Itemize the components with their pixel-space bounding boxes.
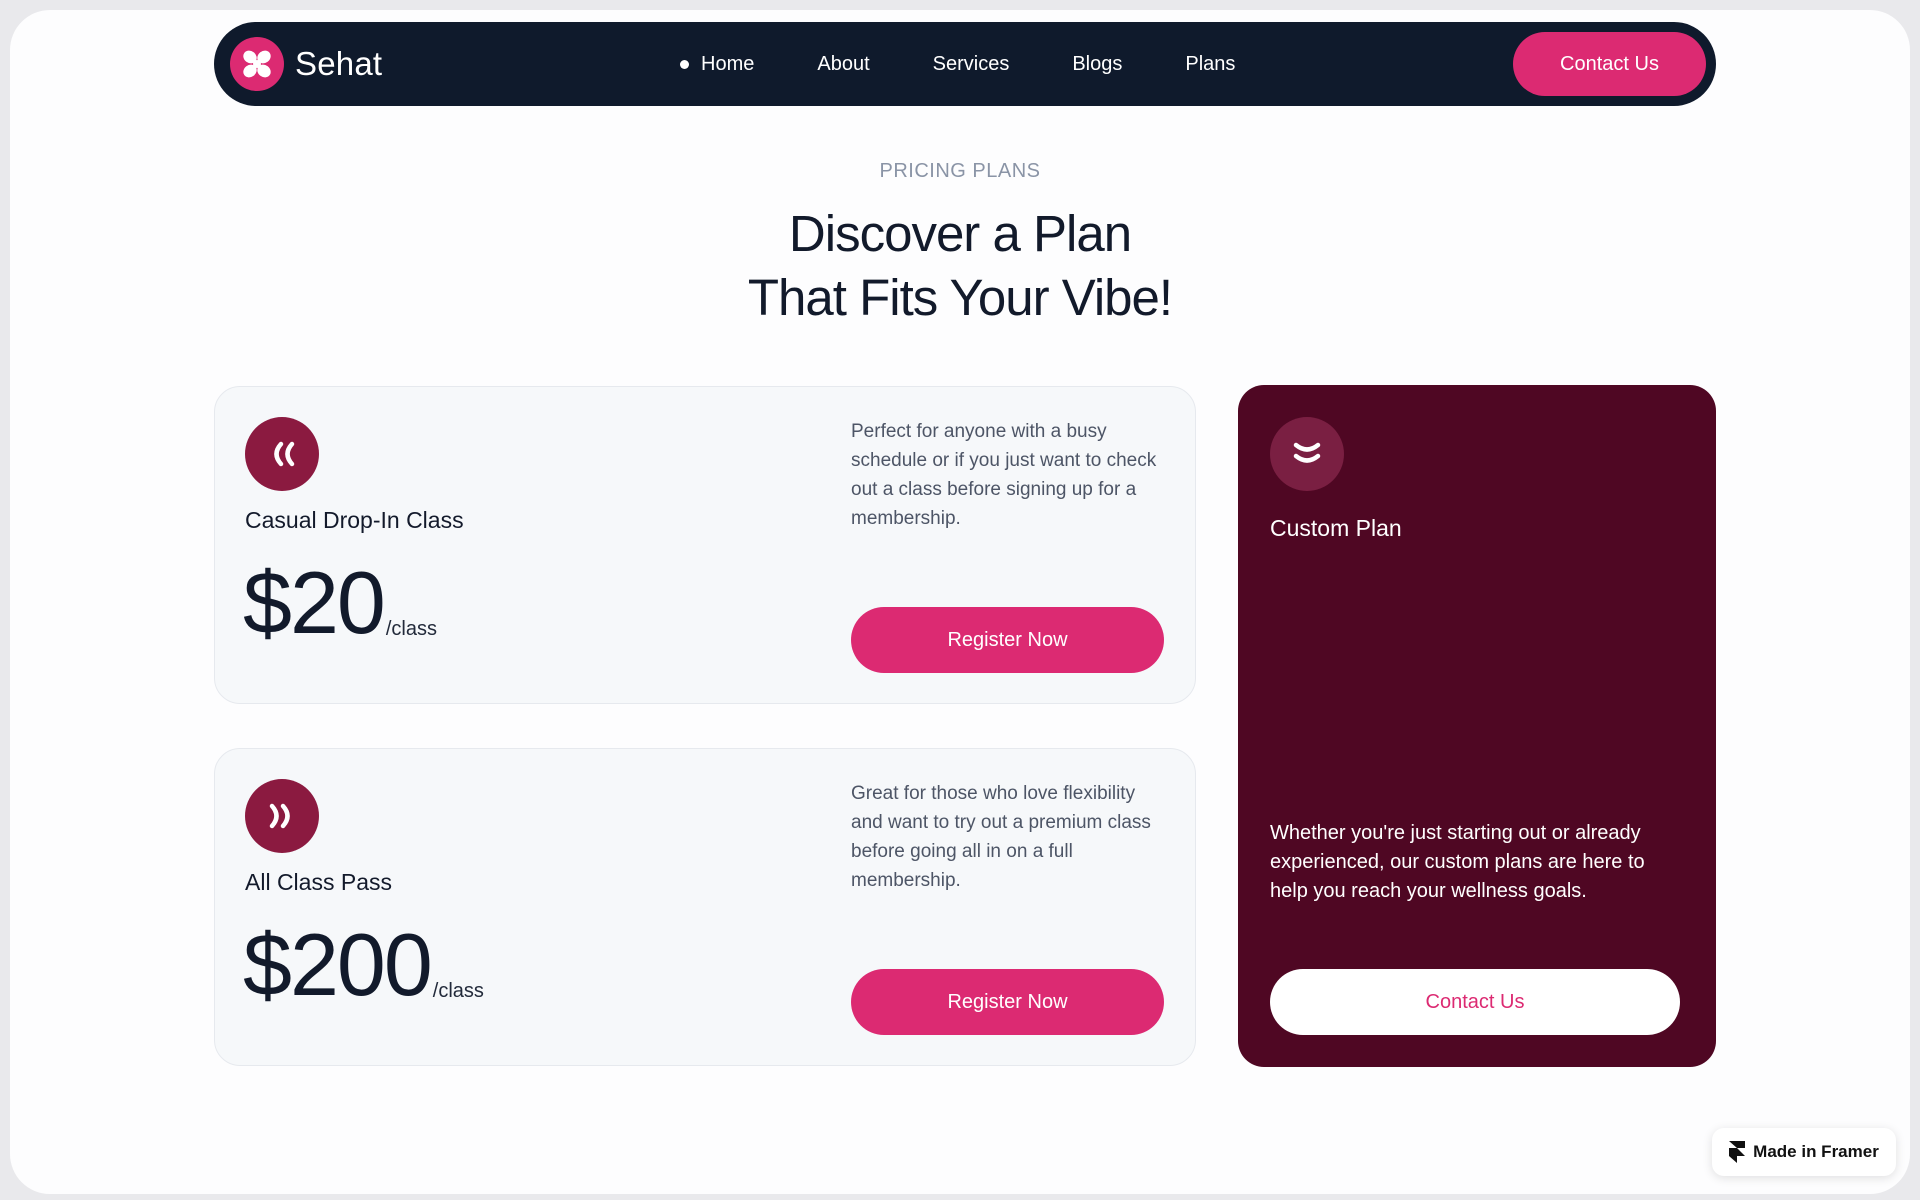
nav-links: Home About Services Blogs Plans bbox=[680, 22, 1235, 106]
section-eyebrow: PRICING PLANS bbox=[879, 160, 1041, 182]
contact-us-button[interactable]: Contact Us bbox=[1513, 32, 1706, 96]
plan-card-custom: Custom Plan Whether you're just starting… bbox=[1238, 385, 1716, 1067]
logo[interactable]: Sehat bbox=[230, 37, 382, 91]
plan-price: $20 /class bbox=[243, 559, 437, 647]
chevrons-left-icon bbox=[245, 417, 319, 491]
chevrons-down-icon bbox=[1270, 417, 1344, 491]
price-unit: /class bbox=[385, 618, 437, 640]
plan-title: Custom Plan bbox=[1270, 515, 1402, 541]
nav-item-plans[interactable]: Plans bbox=[1185, 53, 1235, 76]
plan-title: All Class Pass bbox=[245, 869, 392, 895]
made-in-framer-badge[interactable]: Made in Framer bbox=[1712, 1128, 1896, 1176]
price-unit: /class bbox=[432, 980, 484, 1002]
plan-card-all-class: All Class Pass $200 /class Great for tho… bbox=[214, 748, 1196, 1066]
chevrons-right-icon bbox=[245, 779, 319, 853]
nav-item-label: Home bbox=[701, 52, 755, 75]
logo-flower-icon bbox=[230, 37, 284, 91]
navbar: Sehat Home About Services Blogs Plans Co… bbox=[214, 22, 1716, 106]
badge-label: Made in Framer bbox=[1753, 1142, 1879, 1161]
register-now-button[interactable]: Register Now bbox=[851, 969, 1164, 1035]
price-amount: $20 bbox=[243, 553, 386, 652]
plan-description: Whether you're just starting out or alre… bbox=[1270, 822, 1645, 902]
register-now-button[interactable]: Register Now bbox=[851, 607, 1164, 673]
framer-icon bbox=[1729, 1141, 1746, 1163]
plan-title: Casual Drop-In Class bbox=[245, 507, 464, 533]
plan-description: Great for those who love flexibility and… bbox=[851, 783, 1151, 891]
plan-description: Perfect for anyone with a busy schedule … bbox=[851, 421, 1157, 529]
plan-price: $200 /class bbox=[243, 921, 484, 1009]
headline-line-1: Discover a Plan bbox=[788, 205, 1132, 262]
contact-us-button[interactable]: Contact Us bbox=[1270, 969, 1680, 1035]
brand-name: Sehat bbox=[295, 45, 383, 82]
active-dot-icon bbox=[680, 59, 689, 69]
nav-item-label: Services bbox=[932, 52, 1010, 75]
section-headline: Discover a Plan That Fits Your Vibe! bbox=[10, 202, 1910, 330]
nav-item-label: Blogs bbox=[1072, 52, 1123, 75]
nav-item-blogs[interactable]: Blogs bbox=[1072, 53, 1122, 76]
plan-card-drop-in: Casual Drop-In Class $20 /class Perfect … bbox=[214, 386, 1196, 704]
nav-item-about[interactable]: About bbox=[817, 53, 869, 76]
nav-item-label: About bbox=[817, 52, 870, 75]
page: Sehat Home About Services Blogs Plans Co… bbox=[10, 10, 1910, 1194]
headline-line-2: That Fits Your Vibe! bbox=[747, 269, 1173, 326]
nav-item-label: Plans bbox=[1185, 52, 1236, 75]
nav-item-home[interactable]: Home bbox=[680, 53, 754, 76]
nav-item-services[interactable]: Services bbox=[933, 53, 1010, 76]
price-amount: $200 bbox=[243, 915, 433, 1014]
